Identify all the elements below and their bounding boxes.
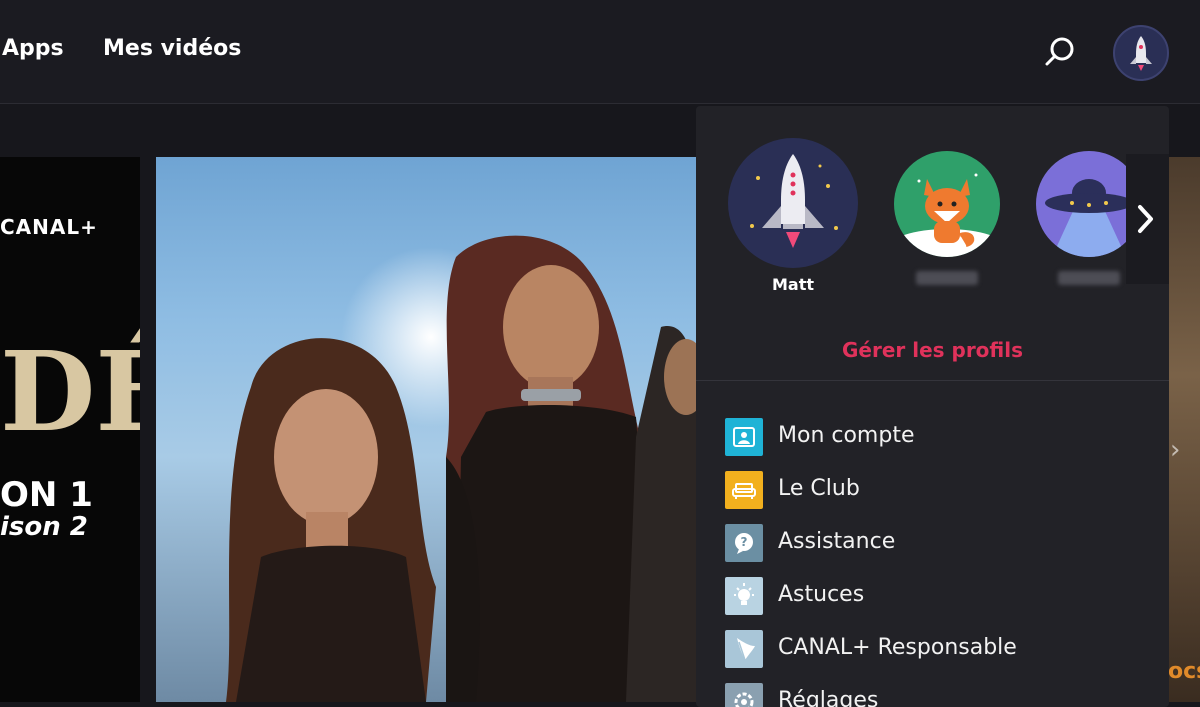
menu-item-label: CANAL+ Responsable: [778, 635, 1017, 660]
profile-matt[interactable]: Matt: [728, 138, 858, 294]
sofa-icon: [725, 471, 763, 509]
account-icon: [725, 418, 763, 456]
profile-switcher: Matt Gérer les profils: [696, 106, 1169, 381]
menu-item-tips[interactable]: Astuces: [725, 577, 1155, 615]
menu-item-responsible[interactable]: CANAL+ Responsable: [725, 630, 1155, 668]
menu-item-label: Le Club: [778, 476, 860, 501]
content-tile-next[interactable]: ocs: [1168, 157, 1200, 702]
search-icon: [1045, 37, 1074, 66]
menu-item-label: Réglages: [778, 688, 879, 707]
chevron-right-icon: [1138, 205, 1153, 233]
rocket-avatar-icon: [750, 154, 838, 248]
profile-name-hidden: [916, 271, 978, 285]
leaf-icon: [725, 630, 763, 668]
profile-fox[interactable]: [894, 151, 1000, 286]
menu-item-label: Mon compte: [778, 423, 915, 448]
profile-avatar: [728, 138, 858, 268]
profiles-next-button[interactable]: [1126, 154, 1169, 284]
manage-profiles-link[interactable]: Gérer les profils: [696, 338, 1169, 362]
content-tile-featured[interactable]: [156, 157, 696, 702]
profile-dropdown-menu: Matt Gérer les profils Mon compte Le Clu…: [696, 106, 1169, 707]
tile-season-line-1: ON 1: [0, 475, 93, 515]
content-tile-series[interactable]: CANAL+ DÉ ON 1 ison 2: [0, 157, 140, 702]
nav-apps-link[interactable]: Apps: [2, 36, 64, 61]
fox-avatar-icon: [894, 173, 1000, 257]
svg-text:?: ?: [741, 535, 748, 549]
carousel-next-icon[interactable]: ›: [1170, 435, 1180, 465]
rocket-avatar-icon: [1130, 36, 1152, 71]
featured-poster-image: [226, 235, 696, 702]
menu-item-assistance[interactable]: ? Assistance: [725, 524, 1155, 562]
menu-item-label: Astuces: [778, 582, 865, 607]
tile-brand-label: CANAL+: [0, 215, 98, 239]
top-navigation-bar: Apps Mes vidéos: [0, 0, 1200, 104]
lightbulb-icon: [725, 577, 763, 615]
menu-item-settings[interactable]: Réglages: [725, 683, 1155, 707]
tile-season-line-2: ison 2: [0, 512, 88, 542]
help-icon: ?: [725, 524, 763, 562]
profile-avatar-button[interactable]: [1113, 25, 1169, 81]
nav-my-videos-link[interactable]: Mes vidéos: [103, 36, 241, 61]
profile-name: Matt: [771, 275, 814, 294]
profile-avatar: [894, 151, 1000, 257]
search-button[interactable]: [1042, 34, 1078, 70]
tile-ocs-logo: ocs: [1168, 659, 1200, 684]
gear-icon: [725, 683, 763, 707]
menu-item-label: Assistance: [778, 529, 896, 554]
menu-item-club[interactable]: Le Club: [725, 471, 1155, 509]
profile-name-hidden: [1058, 271, 1120, 285]
menu-item-account[interactable]: Mon compte: [725, 418, 1155, 456]
tile-title-fragment: DÉ: [0, 327, 140, 456]
